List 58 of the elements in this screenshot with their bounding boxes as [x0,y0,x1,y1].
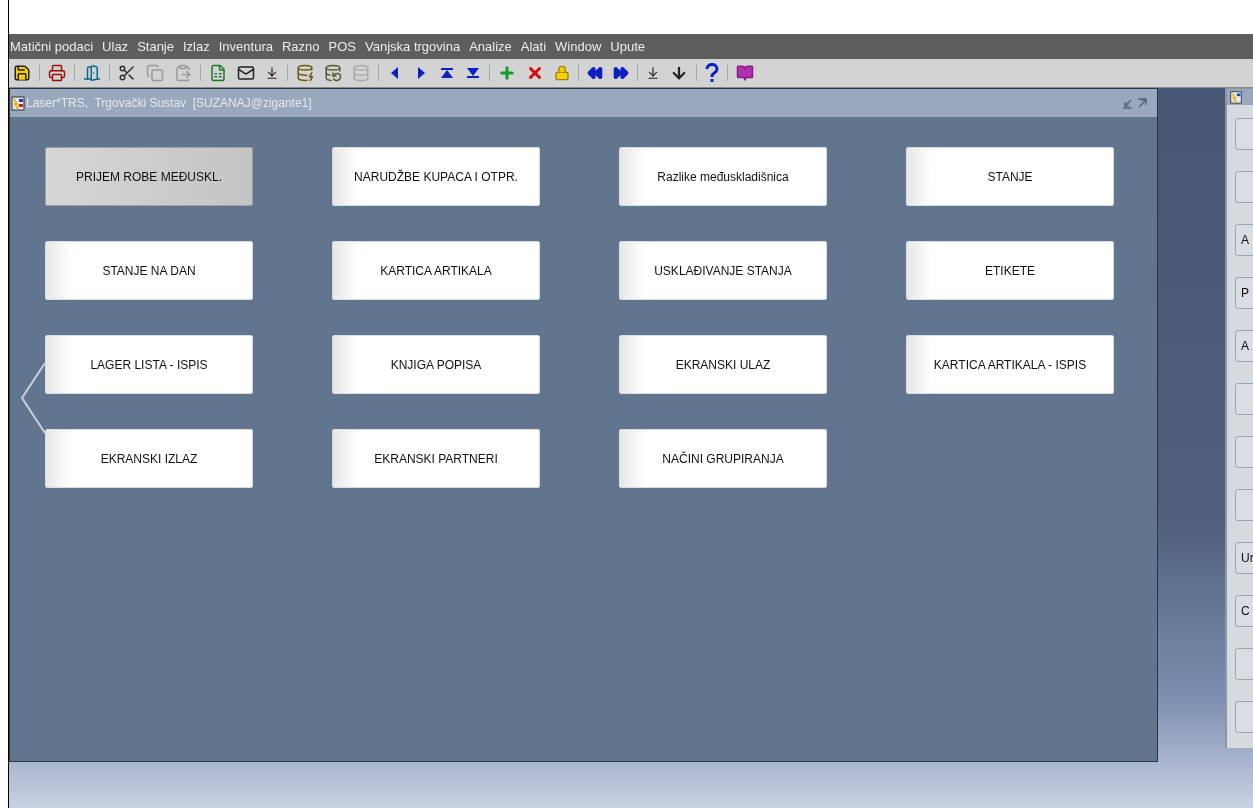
download-icon[interactable] [265,66,279,80]
menu-item[interactable]: Window [555,36,602,57]
printer-icon[interactable] [48,64,66,82]
menu-button[interactable]: NAČINI GRUPIRANJA [619,429,827,488]
spreadsheet-icon[interactable] [209,64,227,82]
last-record-icon[interactable] [465,65,481,81]
panel-button[interactable]: A [1235,330,1253,362]
panel-button[interactable]: Ur [1235,542,1253,574]
menu-item[interactable]: Izlaz [183,36,210,57]
menu-item[interactable]: Vanjska trgovina [365,36,461,57]
rewind-icon[interactable] [587,65,603,81]
database-icon[interactable] [296,64,314,82]
lock-icon[interactable] [554,65,570,81]
menu-button[interactable]: LAGER LISTA - ISPIS [45,335,253,394]
first-record-icon[interactable] [439,65,455,81]
window-title: Laser*TRS, Trgovački Sustav [SUZANAJ@zigante1] [26,95,312,112]
maximize-icon[interactable] [1137,97,1148,109]
menu-button[interactable]: KARTICA ARTIKALA [332,241,540,300]
minimize-icon[interactable] [1122,97,1133,109]
menu-item[interactable]: Analize [469,36,512,57]
menu-button[interactable]: ETIKETE [906,241,1114,300]
scissors-icon[interactable] [118,64,136,82]
panel-button[interactable]: C [1235,595,1253,627]
menu-item[interactable]: Inventura [218,36,273,57]
panel-button[interactable]: A [1235,224,1253,256]
menu-button[interactable]: Razlike međuskladišnica [619,147,827,206]
menu-item[interactable]: Upute [610,36,646,57]
panel-button[interactable]: P [1235,277,1253,309]
menu-button[interactable]: USKLAĐIVANJE STANJA [619,241,827,300]
menu-button[interactable]: EKRANSKI IZLAZ [45,429,253,488]
download-icon[interactable] [646,66,660,80]
menu-item[interactable]: Matični podaci [10,36,94,57]
fast-forward-icon[interactable] [613,65,629,81]
menu-button[interactable]: PRIJEM ROBE MEĐUSKL. [45,147,253,206]
menu-button[interactable]: KARTICA ARTIKALA - ISPIS [906,335,1114,394]
menu-button[interactable]: KNJIGA POPISA [332,335,540,394]
menu-button[interactable]: NARUDŽBE KUPACA I OTPR. [332,147,540,206]
menu-item[interactable]: Alati [520,36,547,57]
menu-item[interactable]: POS [328,36,356,57]
menu-button[interactable]: STANJE [906,147,1114,206]
menu-button[interactable]: EKRANSKI PARTNERI [332,429,540,488]
menu-item[interactable]: Ulaz [102,36,129,57]
clipboard-icon[interactable] [174,64,192,82]
menu-button[interactable]: STANJE NA DAN [45,241,253,300]
book-icon[interactable] [736,64,754,82]
menu-button[interactable]: EKRANSKI ULAZ [619,335,827,394]
menu-item[interactable]: Stanje [137,36,174,57]
delete-icon[interactable] [526,64,544,82]
database-icon[interactable] [324,64,342,82]
door-icon[interactable] [83,64,101,82]
plus-icon[interactable] [498,64,516,82]
envelope-icon[interactable] [237,64,255,82]
chevron-left-icon[interactable] [20,362,46,434]
app-icon [11,95,25,111]
menu-item[interactable]: Razno [281,36,320,57]
help-icon[interactable] [705,63,719,83]
app-icon [1229,90,1243,104]
arrow-down-icon[interactable] [670,64,688,82]
